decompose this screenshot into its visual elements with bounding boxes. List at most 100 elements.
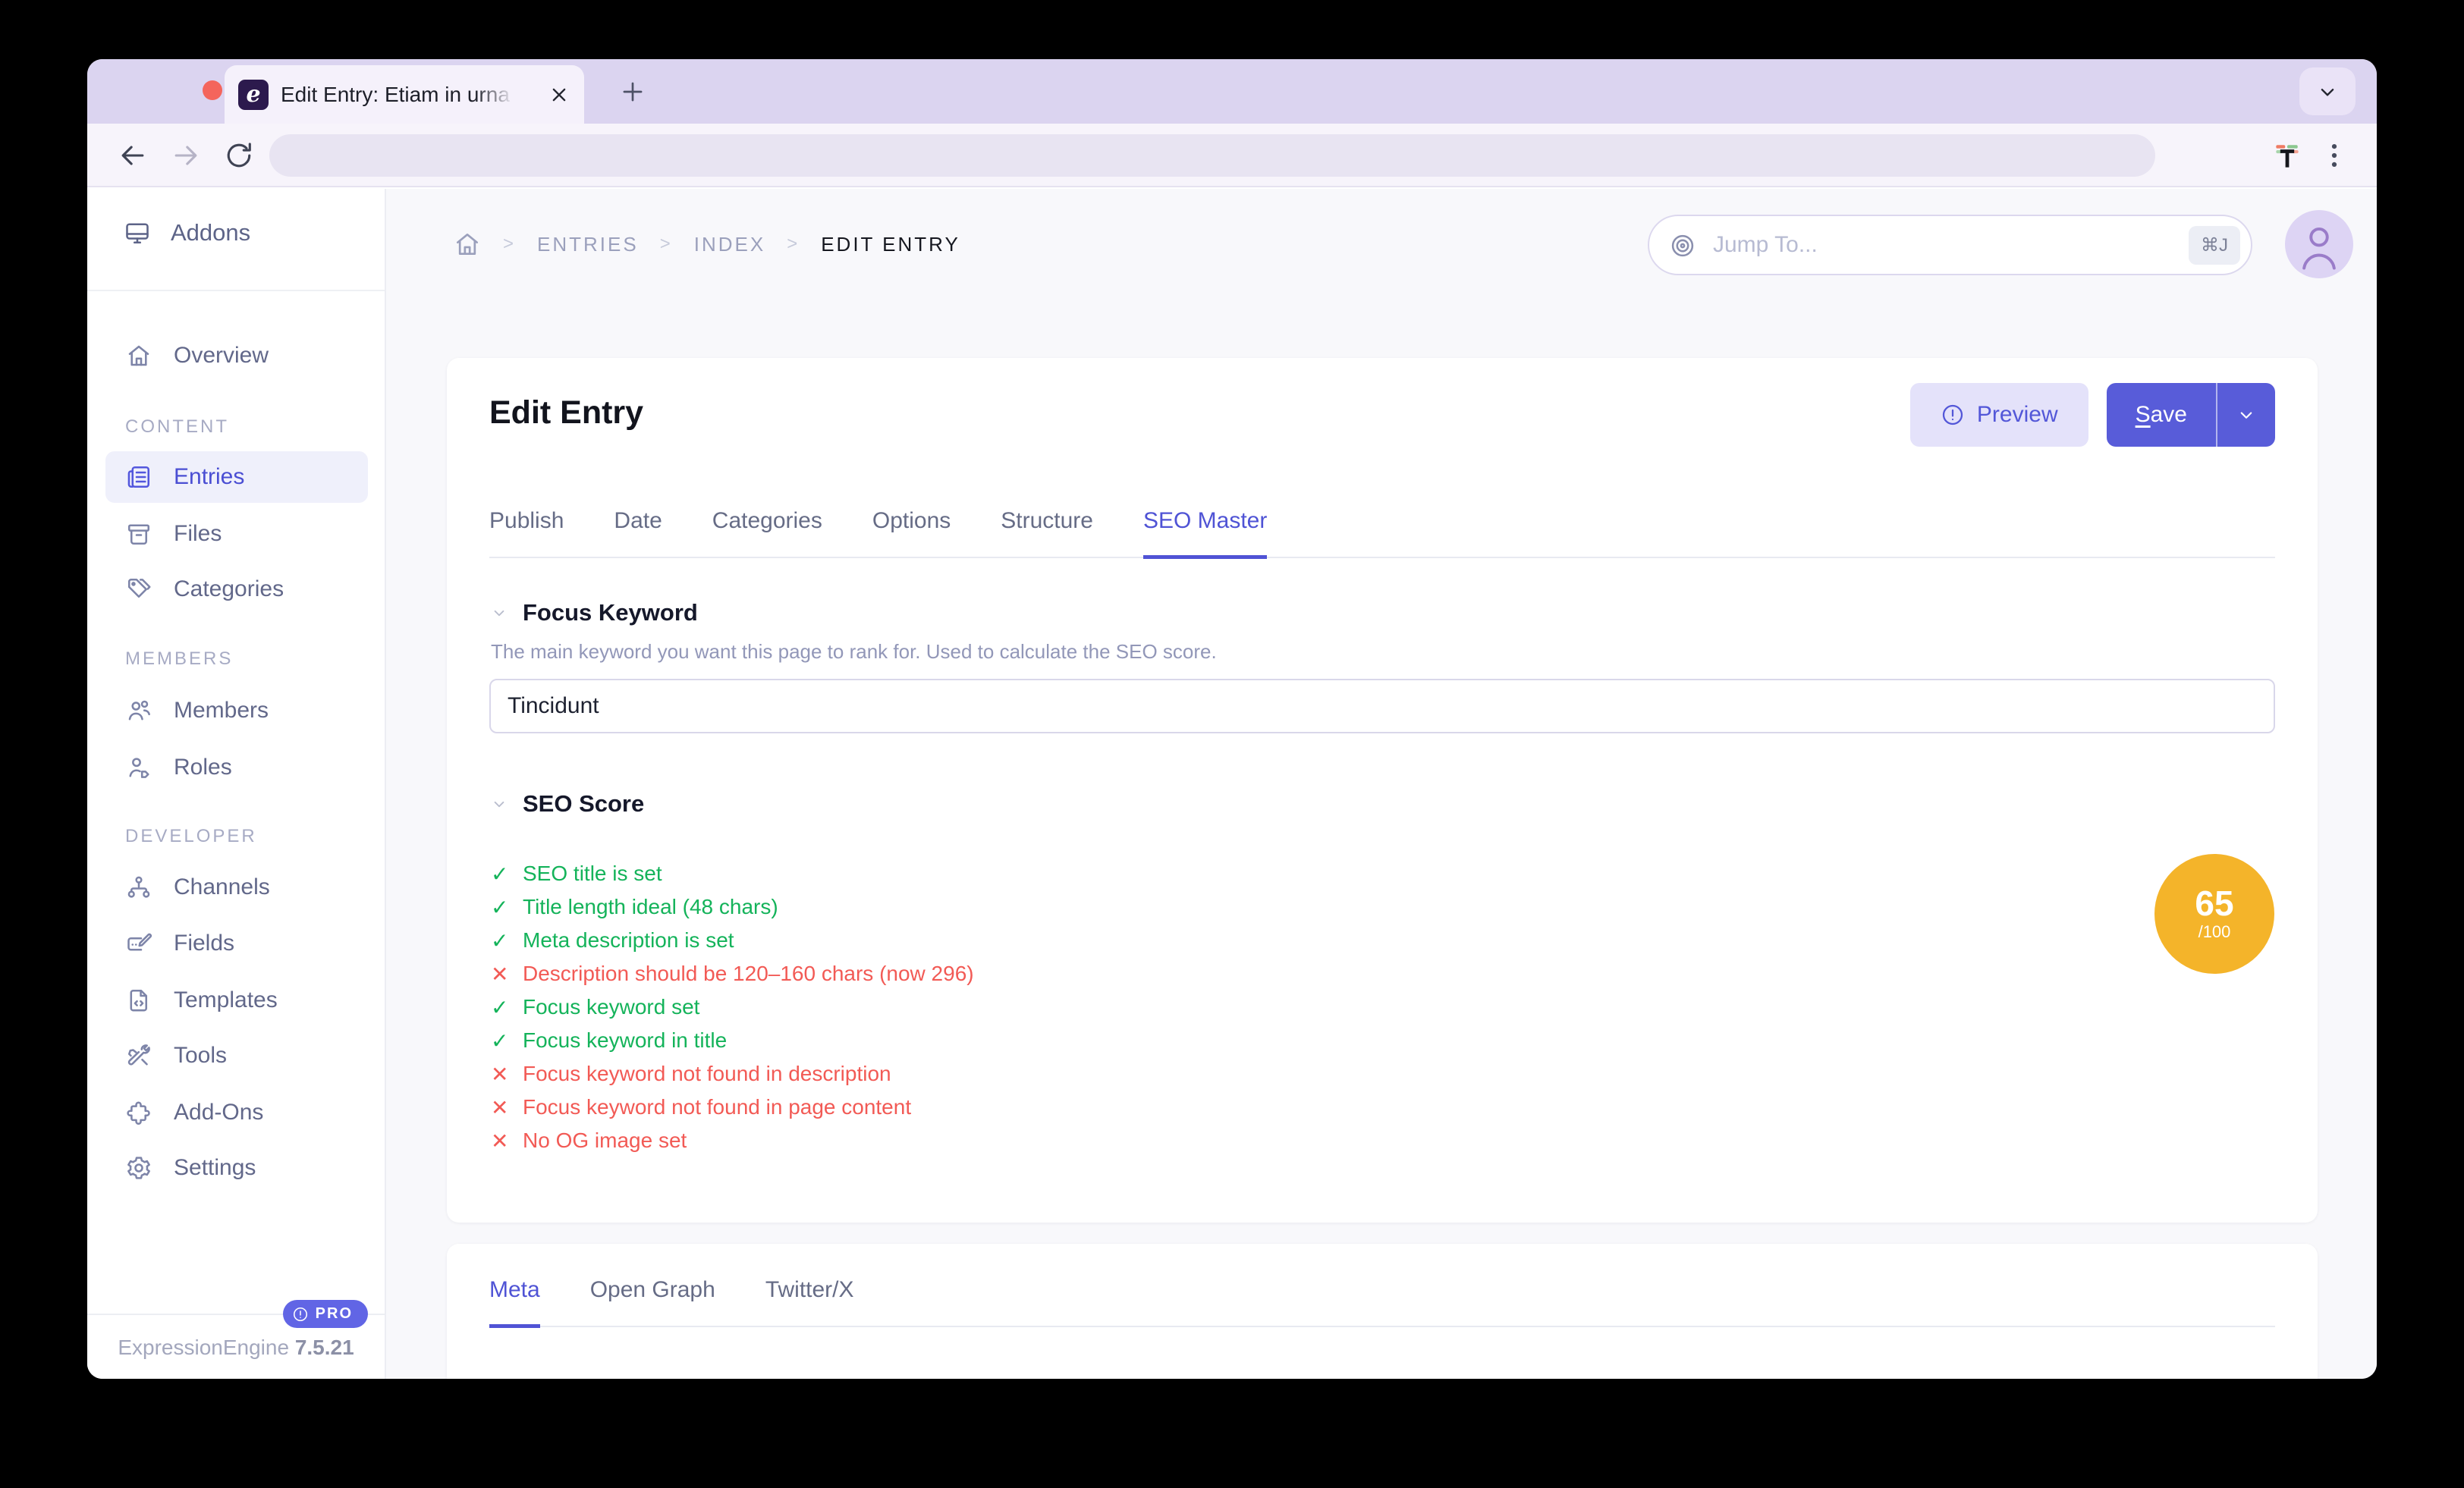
- back-icon[interactable]: [116, 139, 149, 172]
- monitor-icon: [126, 223, 149, 244]
- breadcrumb-home-icon[interactable]: [453, 230, 482, 259]
- sidebar-item-overview[interactable]: Overview: [105, 330, 368, 381]
- check-icon: ✓: [491, 1028, 509, 1053]
- tab-categories[interactable]: Categories: [712, 487, 822, 559]
- gear-icon: [127, 1157, 150, 1179]
- sidebar-header[interactable]: Addons: [87, 189, 385, 291]
- jump-to-shortcut: ⌘J: [2189, 226, 2240, 265]
- sidebar-item-label: Categories: [174, 576, 284, 601]
- meta-tabs: Meta Open Graph Twitter/X: [489, 1259, 2275, 1328]
- chevron-down-icon: [2240, 412, 2252, 419]
- check-icon: ✓: [491, 995, 509, 1019]
- header-actions: Preview Save: [1909, 383, 2275, 447]
- sidebar-item-members[interactable]: Members: [105, 685, 368, 736]
- person-icon: [2302, 227, 2336, 270]
- seo-score-section-header[interactable]: SEO Score: [489, 790, 644, 818]
- info-circle-icon: [293, 1307, 307, 1321]
- new-tab-icon[interactable]: [618, 77, 647, 106]
- seo-check-item: ✓ Focus keyword in title: [491, 1024, 974, 1057]
- check-icon: ✓: [491, 862, 509, 886]
- sidebar-item-label: Tools: [174, 1043, 228, 1068]
- content-area: > ENTRIES > INDEX > EDIT ENTRY ⌘J Edit E…: [386, 189, 2377, 1379]
- sidebar-item-entries[interactable]: Entries: [105, 451, 368, 503]
- sidebar-item-addons[interactable]: Add-Ons: [105, 1087, 368, 1138]
- sidebar-item-label: Templates: [174, 987, 278, 1012]
- cross-icon: ✕: [491, 962, 509, 986]
- browser-tab[interactable]: e Edit Entry: Etiam in urna tinci: [225, 65, 584, 124]
- template-code-icon: [130, 989, 148, 1012]
- sidebar-item-categories[interactable]: Categories: [105, 563, 368, 615]
- tab-date[interactable]: Date: [614, 487, 662, 559]
- sidebar-item-templates[interactable]: Templates: [105, 975, 368, 1026]
- sidebar-section-members: MEMBERS: [125, 648, 234, 669]
- sidebar-item-tools[interactable]: Tools: [105, 1030, 368, 1081]
- sidebar-item-files[interactable]: Files: [105, 508, 368, 560]
- focus-keyword-input[interactable]: [489, 679, 2275, 733]
- tags-icon: [127, 578, 151, 598]
- seo-check-item: ✓ Title length ideal (48 chars): [491, 890, 974, 924]
- focus-keyword-section-header[interactable]: Focus Keyword: [489, 599, 698, 626]
- collapse-caret-icon[interactable]: [489, 794, 509, 814]
- collapse-caret-icon[interactable]: [489, 603, 509, 623]
- sidebar-item-fields[interactable]: Fields: [105, 918, 368, 969]
- save-button[interactable]: Save: [2106, 383, 2216, 447]
- field-edit-icon: [127, 933, 152, 951]
- target-icon: [1671, 234, 1694, 257]
- address-bar[interactable]: [269, 134, 2155, 177]
- tab-publish[interactable]: Publish: [489, 487, 564, 559]
- breadcrumb-separator: >: [659, 234, 673, 254]
- focus-keyword-heading: Focus Keyword: [523, 599, 698, 626]
- pro-badge[interactable]: PRO: [282, 1300, 368, 1328]
- breadcrumb-entries[interactable]: ENTRIES: [537, 233, 639, 256]
- tab-open-graph[interactable]: Open Graph: [590, 1259, 715, 1328]
- check-text: Focus keyword in title: [523, 1028, 728, 1052]
- puzzle-icon: [127, 1101, 150, 1125]
- tools-icon: [127, 1044, 150, 1066]
- tab-twitter-x[interactable]: Twitter/X: [765, 1259, 854, 1328]
- version-number: 7.5.21: [294, 1336, 354, 1359]
- cross-icon: ✕: [491, 1095, 509, 1119]
- seo-score-max: /100: [2198, 922, 2231, 941]
- seo-score-heading: SEO Score: [523, 790, 645, 817]
- check-text: Meta description is set: [523, 928, 734, 952]
- sidebar-item-channels[interactable]: Channels: [105, 862, 368, 913]
- tab-close-icon[interactable]: [546, 82, 572, 108]
- forward-icon[interactable]: [169, 139, 203, 172]
- sidebar: Addons Overview CONTENT Entries Files Ca…: [87, 189, 386, 1379]
- seo-check-item: ✓ SEO title is set: [491, 857, 974, 890]
- avatar[interactable]: [2285, 210, 2353, 278]
- entry-tabs: Publish Date Categories Options Structur…: [489, 487, 2275, 559]
- check-text: Title length ideal (48 chars): [523, 895, 778, 918]
- check-text: Focus keyword set: [523, 995, 700, 1019]
- alert-circle-icon: [1942, 404, 1963, 425]
- jump-to-input[interactable]: [1713, 216, 2138, 274]
- check-icon: ✓: [491, 895, 509, 919]
- jump-to-search: ⌘J: [1648, 215, 2252, 275]
- app-version: ExpressionEngine 7.5.21: [87, 1336, 385, 1360]
- seo-check-item: ✓ Meta description is set: [491, 924, 974, 957]
- sidebar-item-label: Files: [174, 521, 222, 546]
- files-icon: [127, 524, 150, 545]
- save-options-button[interactable]: [2216, 383, 2275, 447]
- traffic-light-close[interactable]: [203, 80, 222, 100]
- seo-check-item: ✕ Focus keyword not found in page content: [491, 1091, 974, 1124]
- sidebar-item-label: Channels: [174, 874, 270, 899]
- focus-keyword-description: The main keyword you want this page to r…: [491, 640, 1217, 663]
- text-extension-icon[interactable]: [2271, 139, 2304, 172]
- tab-overview-button[interactable]: [2299, 67, 2356, 115]
- sidebar-item-label: Fields: [174, 931, 235, 956]
- tab-options[interactable]: Options: [872, 487, 951, 559]
- sidebar-item-roles[interactable]: Roles: [105, 742, 368, 793]
- breadcrumb-index[interactable]: INDEX: [694, 233, 765, 256]
- tab-seo-master[interactable]: SEO Master: [1142, 487, 1268, 559]
- tab-meta[interactable]: Meta: [489, 1259, 540, 1328]
- sidebar-item-settings[interactable]: Settings: [105, 1142, 368, 1194]
- browser-menu-icon[interactable]: [2318, 139, 2351, 172]
- reload-icon[interactable]: [222, 139, 256, 172]
- seo-check-item: ✓ Focus keyword set: [491, 990, 974, 1024]
- tab-structure[interactable]: Structure: [1001, 487, 1093, 559]
- check-text: Focus keyword not found in page content: [523, 1095, 912, 1119]
- preview-button[interactable]: Preview: [1909, 383, 2088, 447]
- sidebar-item-label: Settings: [174, 1155, 256, 1180]
- seo-check-item: ✕ Focus keyword not found in description: [491, 1057, 974, 1091]
